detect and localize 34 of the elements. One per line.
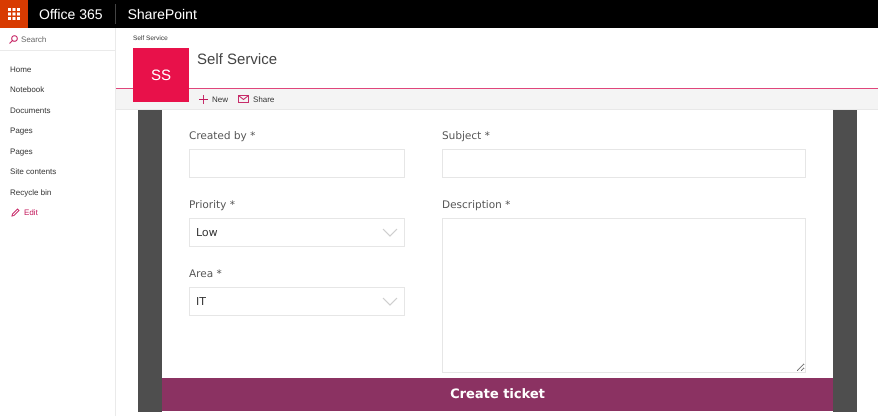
nav-link[interactable]: Documents [10,104,115,116]
plus-icon [199,94,208,104]
create-ticket-button[interactable]: Create ticket [162,378,833,411]
share-button[interactable]: Share [238,94,274,104]
nav-link[interactable]: Notebook [10,83,115,96]
text-field[interactable] [189,149,405,178]
dropdown[interactable]: Low [189,218,405,247]
nav-link[interactable]: Recycle bin [10,186,115,198]
dropdown[interactable]: IT [189,287,405,316]
search-placeholder: Search [21,34,46,44]
edit-link[interactable]: Edit [11,206,115,219]
envelope-icon [238,95,250,103]
field-label: Priority * [189,199,236,212]
field-label: Created by * [189,130,256,143]
nav-link[interactable]: Pages [10,144,115,158]
site-logo: SS [133,48,189,102]
search-field[interactable]: Search [0,28,115,51]
nav-link[interactable]: Home [10,62,115,76]
field-label: Subject * [442,130,491,143]
app-name[interactable]: SharePoint [128,6,197,22]
app-launcher-icon[interactable] [0,0,28,28]
new-button[interactable]: New [199,94,228,104]
text-field[interactable] [442,149,806,178]
nav-link[interactable]: Pages [10,124,115,137]
field-label: Description * [442,199,512,212]
search-icon [9,34,18,44]
brand-name[interactable]: Office 365 [39,4,116,24]
chevron-down-icon [382,297,398,306]
nav-link[interactable]: Site contents [10,165,115,178]
field-label: Area * [189,268,223,281]
pencil-icon [11,208,20,217]
site-title: Self Service [197,51,278,69]
chevron-down-icon [382,228,398,237]
text-area[interactable] [442,218,806,373]
